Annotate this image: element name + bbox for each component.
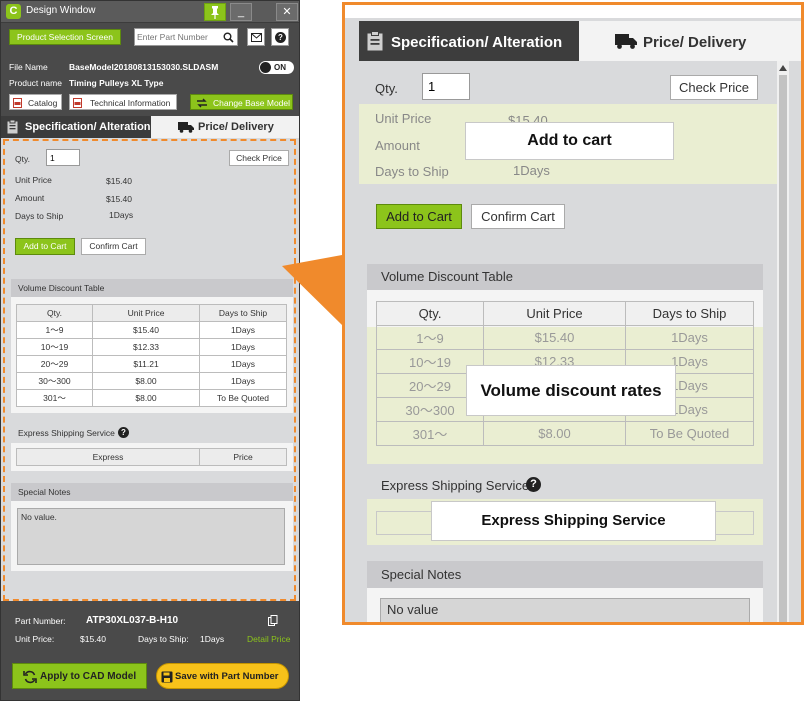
window-title: Design Window <box>26 5 96 16</box>
cell-days: 1Days <box>625 325 754 350</box>
zoom-add-to-cart-button[interactable]: Add to Cart <box>376 204 462 229</box>
help-button[interactable]: ? <box>271 28 289 46</box>
callout-express: Express Shipping Service <box>431 501 716 541</box>
product-selection-button[interactable]: Product Selection Screen <box>9 29 121 45</box>
zoom-tab-price-delivery[interactable]: Price/ Delivery <box>579 21 801 61</box>
catalog-button[interactable]: Catalog <box>9 94 62 110</box>
tab-price-delivery-label: Price/ Delivery <box>198 121 274 133</box>
zoom-amount-label: Amount <box>375 138 420 153</box>
technical-information-label: Technical Information <box>90 98 171 108</box>
swap-arrows-icon <box>197 98 207 108</box>
zoom-arrow-icon <box>282 255 342 325</box>
technical-information-button[interactable]: Technical Information <box>69 94 177 110</box>
zoom-check-price-button[interactable]: Check Price <box>670 75 758 100</box>
zoom-unit-price-label: Unit Price <box>375 111 432 126</box>
zoom-qty-input[interactable] <box>422 73 470 100</box>
file-name-label: File Name <box>9 62 48 72</box>
callout-volume-rates: Volume discount rates <box>466 365 676 416</box>
search-box <box>134 28 238 46</box>
zoom-special-notes-header: Special Notes <box>367 561 763 588</box>
table-header-row: Qty. Unit Price Days to Ship <box>376 301 754 326</box>
pin-button[interactable] <box>204 3 226 21</box>
col-days: Days to Ship <box>625 301 754 326</box>
on-toggle[interactable]: ON <box>259 61 294 74</box>
toggle-label: ON <box>274 63 286 72</box>
search-icon[interactable] <box>223 32 234 43</box>
tab-price-delivery[interactable]: Price/ Delivery <box>151 116 299 138</box>
help-icon: ? <box>275 32 286 43</box>
pdf-icon <box>73 98 82 108</box>
callout-add-to-cart: Add to cart <box>465 122 674 160</box>
file-name-value: BaseModel20180813153030.SLDASM <box>69 62 219 72</box>
table-row: 1～9 $15.40 1Days <box>376 325 754 350</box>
footer-part-number-label: Part Number: <box>15 616 66 626</box>
zoom-days-value: 1Days <box>513 163 550 178</box>
pdf-icon <box>13 98 22 108</box>
zoom-top-strip <box>345 5 801 18</box>
close-button[interactable]: ✕ <box>276 3 298 21</box>
mail-button[interactable] <box>247 28 265 46</box>
zoom-qty-label: Qty. <box>375 81 398 96</box>
search-input[interactable] <box>137 30 217 44</box>
scroll-thumb[interactable] <box>779 75 787 622</box>
save-icon <box>161 671 173 683</box>
footer-days-value: 1Days <box>200 634 225 644</box>
zoom-scrollbar[interactable] <box>777 61 789 622</box>
detail-price-link[interactable]: Detail Price <box>247 634 290 644</box>
apply-to-cad-label: Apply to CAD Model <box>40 671 137 682</box>
footer-unit-price-value: $15.40 <box>80 634 106 644</box>
apply-to-cad-button[interactable]: Apply to CAD Model <box>12 663 147 689</box>
toggle-knob <box>260 62 271 73</box>
catalog-label: Catalog <box>28 98 58 108</box>
change-base-model-button[interactable]: Change Base Model <box>190 94 293 110</box>
minimize-button[interactable]: _ <box>230 3 252 21</box>
product-name-value: Timing Pulleys XL Type <box>69 78 164 88</box>
cell-price: $15.40 <box>483 325 626 350</box>
cell-qty: 301～ <box>376 421 484 446</box>
zoom-express-help-icon[interactable]: ? <box>526 477 541 492</box>
clipboard-icon <box>7 120 18 134</box>
footer-part-number-value: ATP30XL037-B-H10 <box>86 615 179 626</box>
footer-unit-price-label: Unit Price: <box>15 634 55 644</box>
zoomed-panel: Specification/ Alteration Price/ Deliver… <box>342 2 804 625</box>
cell-price: $8.00 <box>483 421 626 446</box>
save-with-part-number-label: Save with Part Number <box>175 671 279 682</box>
highlight-frame <box>3 139 296 601</box>
product-name-label: Product name <box>9 78 62 88</box>
zoom-express-title: Express Shipping Service <box>381 478 530 493</box>
zoom-confirm-cart-button[interactable]: Confirm Cart <box>471 204 565 229</box>
pin-icon <box>211 6 219 19</box>
zoom-days-label: Days to Ship <box>375 164 449 179</box>
footer-days-label: Days to Ship: <box>138 634 189 644</box>
design-window: C Design Window _ ✕ Product Selection Sc… <box>0 0 300 701</box>
truck-icon <box>178 122 194 133</box>
scroll-up-icon[interactable] <box>779 65 787 71</box>
save-with-part-number-button[interactable]: Save with Part Number <box>156 663 289 689</box>
clipboard-icon <box>367 31 383 51</box>
title-bar: C Design Window _ ✕ <box>1 1 299 23</box>
zoom-express-header: Express Shipping Service ? <box>367 475 763 497</box>
mail-icon <box>251 33 262 42</box>
copy-icon[interactable] <box>268 615 278 627</box>
refresh-icon <box>23 670 37 684</box>
col-qty: Qty. <box>376 301 484 326</box>
cell-days: To Be Quoted <box>625 421 754 446</box>
tab-specification[interactable]: Specification/ Alteration <box>1 116 151 138</box>
zoom-tab-specification-label: Specification/ Alteration <box>391 34 563 51</box>
col-unit-price: Unit Price <box>483 301 626 326</box>
table-row: 301～ $8.00 To Be Quoted <box>376 421 754 446</box>
zoom-tab-specification[interactable]: Specification/ Alteration <box>359 21 579 61</box>
zoom-special-notes-body: No value <box>367 588 763 622</box>
change-base-model-label: Change Base Model <box>213 98 291 108</box>
zoom-volume-table-header: Volume Discount Table <box>367 264 763 290</box>
zoom-tab-price-delivery-label: Price/ Delivery <box>643 34 747 51</box>
tab-specification-label: Specification/ Alteration <box>25 121 151 133</box>
app-logo-icon: C <box>6 4 21 19</box>
zoom-special-notes-field[interactable]: No value <box>380 598 750 622</box>
truck-icon <box>615 34 637 49</box>
cell-qty: 1～9 <box>376 325 484 350</box>
